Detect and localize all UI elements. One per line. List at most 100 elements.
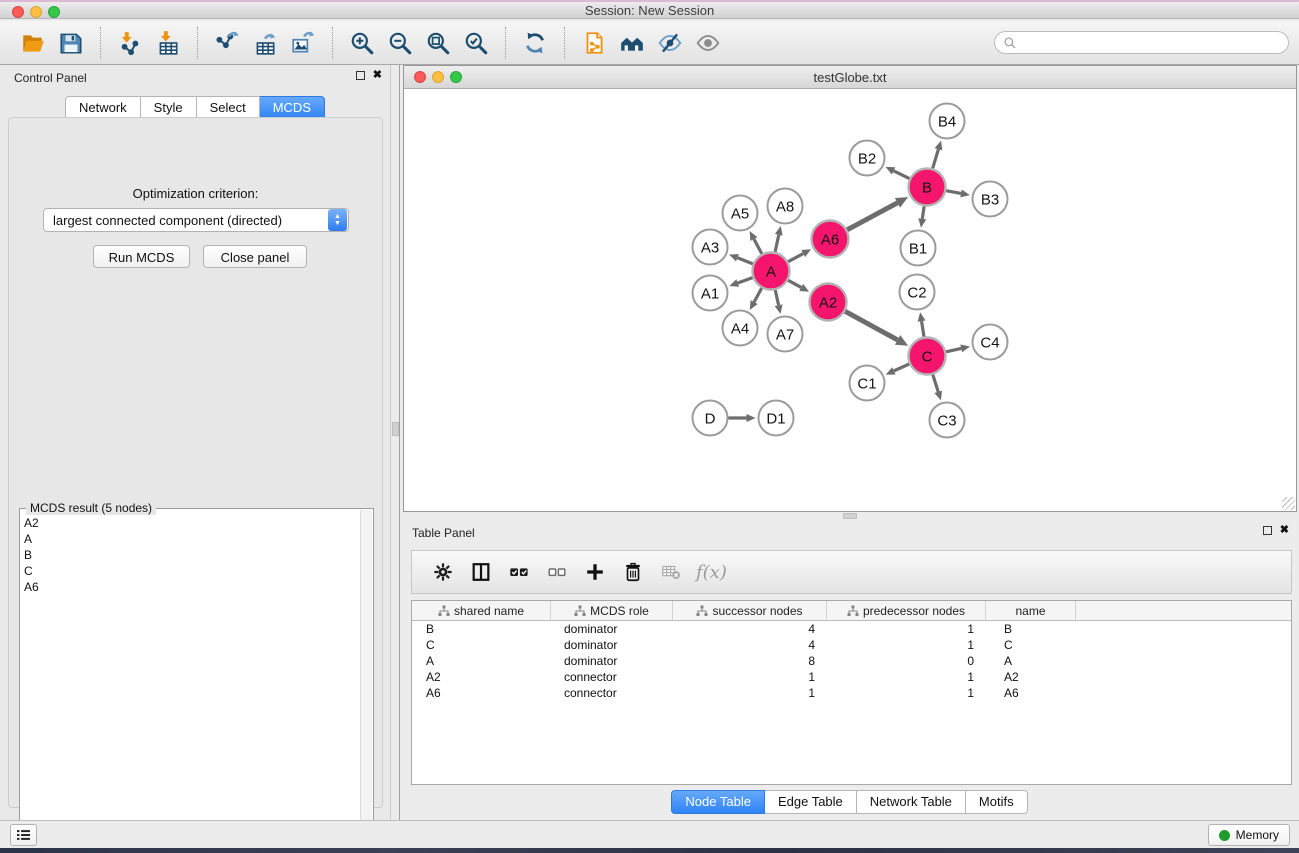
float-panel-icon[interactable] (356, 71, 365, 80)
import-table-button[interactable] (151, 26, 185, 60)
cell[interactable]: A2 (986, 669, 1076, 685)
cell[interactable]: connector (551, 669, 673, 685)
table-row[interactable]: A6connector11A6 (412, 685, 1291, 701)
zoom-out-button[interactable] (383, 26, 417, 60)
result-item[interactable]: A6 (24, 579, 360, 595)
tab-motifs[interactable]: Motifs (966, 790, 1028, 814)
float-panel-icon[interactable] (1263, 526, 1272, 535)
zoom-in-button[interactable] (345, 26, 379, 60)
cell[interactable]: B (986, 621, 1076, 637)
result-item[interactable]: C (24, 563, 360, 579)
search-input[interactable] (1021, 35, 1280, 51)
cell[interactable]: 4 (673, 621, 827, 637)
new-network-from-selection-button[interactable] (577, 26, 611, 60)
tab-network-table[interactable]: Network Table (857, 790, 966, 814)
close-panel-icon[interactable]: ✖ (1280, 526, 1289, 535)
zoom-fit-button[interactable] (421, 26, 455, 60)
cell[interactable]: C (412, 637, 551, 653)
task-history-button[interactable] (10, 824, 37, 846)
edge-C-C4[interactable] (946, 348, 961, 351)
close-panel-button[interactable]: Close panel (203, 245, 307, 268)
select-all-button[interactable] (502, 555, 536, 589)
edge-A-A1[interactable] (738, 278, 753, 283)
cell[interactable]: A6 (412, 685, 551, 701)
hide-selected-button[interactable] (653, 26, 687, 60)
save-session-button[interactable] (54, 26, 88, 60)
edge-C-C2[interactable] (922, 321, 924, 337)
mcds-result-list[interactable]: A2ABCA6 (21, 515, 360, 851)
cell[interactable]: 1 (827, 685, 986, 701)
horizontal-splitter[interactable] (400, 512, 1299, 520)
cell[interactable]: dominator (551, 637, 673, 653)
cell[interactable]: 1 (827, 621, 986, 637)
edge-A-A8[interactable] (775, 235, 779, 252)
cell[interactable]: dominator (551, 653, 673, 669)
edge-A-A6[interactable] (788, 254, 803, 262)
edge-A-A3[interactable] (737, 258, 752, 264)
cell[interactable]: 4 (673, 637, 827, 653)
resize-grip[interactable] (1282, 497, 1295, 510)
edge-A2-C[interactable] (845, 311, 897, 340)
edge-A-A4[interactable] (754, 288, 762, 302)
edge-A-A5[interactable] (754, 239, 762, 254)
close-panel-icon[interactable]: ✖ (373, 71, 382, 80)
table-row[interactable]: Cdominator41C (412, 637, 1291, 653)
column-header-MCDS-role[interactable]: MCDS role (551, 601, 673, 621)
result-item[interactable]: A2 (24, 515, 360, 531)
export-image-button[interactable] (286, 26, 320, 60)
cell[interactable]: C (986, 637, 1076, 653)
cell[interactable]: B (412, 621, 551, 637)
cell[interactable]: 8 (673, 653, 827, 669)
search-box[interactable] (994, 31, 1289, 54)
table-row[interactable]: Bdominator41B (412, 621, 1291, 637)
criterion-dropdown[interactable]: largest connected component (directed) ▲… (43, 208, 349, 232)
toggle-columns-button[interactable] (464, 555, 498, 589)
export-table-button[interactable] (248, 26, 282, 60)
cell[interactable]: 1 (673, 669, 827, 685)
zoom-selected-button[interactable] (459, 26, 493, 60)
splitter-grip[interactable] (843, 513, 857, 519)
edge-B-B2[interactable] (894, 171, 910, 179)
edge-B-B4[interactable] (933, 149, 939, 168)
run-mcds-button[interactable]: Run MCDS (93, 245, 190, 268)
table-settings-button[interactable] (426, 555, 460, 589)
column-header-name[interactable]: name (986, 601, 1076, 621)
cell[interactable]: A (986, 653, 1076, 669)
edge-A-A2[interactable] (788, 280, 801, 287)
result-item[interactable]: B (24, 547, 360, 563)
cell[interactable]: 1 (673, 685, 827, 701)
cell[interactable]: A2 (412, 669, 551, 685)
column-header-shared-name[interactable]: shared name (412, 601, 551, 621)
result-scrollbar[interactable] (360, 510, 372, 851)
edge-C-C3[interactable] (933, 375, 938, 392)
cell[interactable]: dominator (551, 621, 673, 637)
memory-button[interactable]: Memory (1208, 824, 1290, 846)
edge-C-C1[interactable] (894, 364, 909, 371)
show-all-button[interactable] (691, 26, 725, 60)
cell[interactable]: connector (551, 685, 673, 701)
column-header-successor-nodes[interactable]: successor nodes (673, 601, 827, 621)
open-file-button[interactable] (16, 26, 50, 60)
cell[interactable]: 1 (827, 669, 986, 685)
edge-B-B1[interactable] (922, 206, 924, 219)
splitter-grip[interactable] (392, 422, 399, 436)
network-canvas[interactable]: B4B2BB3A5A8A6A3AB1A1A2C2A4A7C4CC1C3DD1 (404, 89, 1296, 511)
network-graph[interactable]: B4B2BB3A5A8A6A3AB1A1A2C2A4A7C4CC1C3DD1 (404, 89, 1296, 511)
first-neighbors-button[interactable] (615, 26, 649, 60)
tab-edge-table[interactable]: Edge Table (765, 790, 857, 814)
add-column-button[interactable] (578, 555, 612, 589)
vertical-splitter[interactable] (390, 65, 400, 820)
column-header-predecessor-nodes[interactable]: predecessor nodes (827, 601, 986, 621)
edge-B-B3[interactable] (946, 191, 961, 194)
refresh-button[interactable] (518, 26, 552, 60)
table-row[interactable]: A2connector11A2 (412, 669, 1291, 685)
table-row[interactable]: Adominator80A (412, 653, 1291, 669)
result-item[interactable]: A (24, 531, 360, 547)
import-network-button[interactable] (113, 26, 147, 60)
cell[interactable]: A6 (986, 685, 1076, 701)
edge-A-A7[interactable] (775, 290, 778, 305)
delete-column-button[interactable] (616, 555, 650, 589)
tab-node-table[interactable]: Node Table (671, 790, 765, 814)
cell[interactable]: 0 (827, 653, 986, 669)
edge-A6-B[interactable] (847, 203, 897, 230)
